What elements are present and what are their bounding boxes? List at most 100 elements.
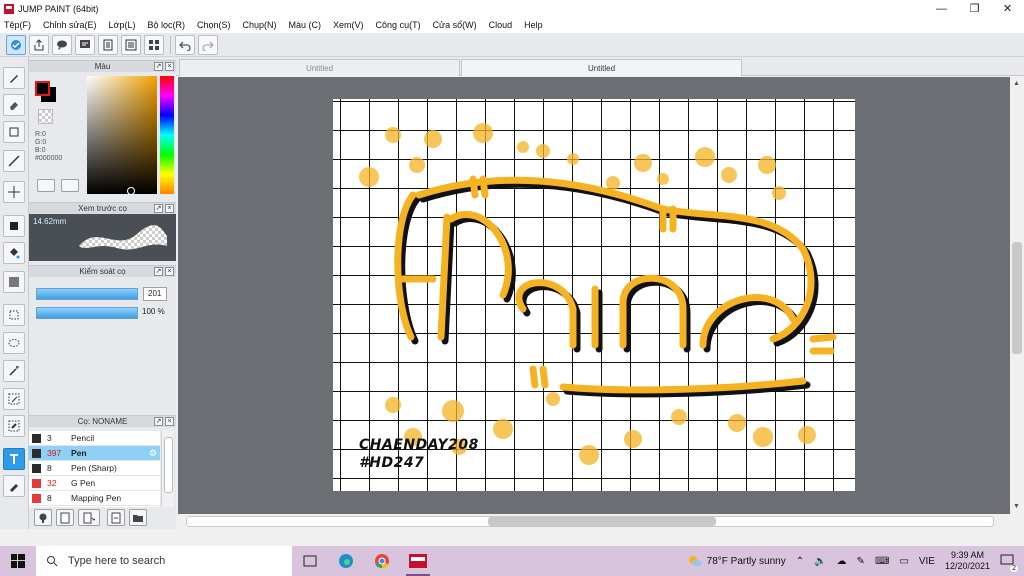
- panel-close-icon[interactable]: ×: [165, 204, 174, 213]
- hue-slider[interactable]: [160, 76, 174, 194]
- chat-icon[interactable]: [75, 34, 95, 55]
- task-view-icon[interactable]: [292, 546, 328, 576]
- display-icon[interactable]: ▭: [899, 556, 908, 567]
- panel-close-icon[interactable]: ×: [165, 62, 174, 71]
- panel-detach-icon[interactable]: ↗: [154, 417, 163, 426]
- brush-item-mapping-pen[interactable]: 8 Mapping Pen: [29, 491, 160, 506]
- menu-color[interactable]: Màu (C): [289, 20, 322, 30]
- panel-detach-icon[interactable]: ↗: [154, 204, 163, 213]
- rectangle-tool-icon[interactable]: [3, 121, 25, 143]
- new-brush-icon[interactable]: [56, 509, 74, 526]
- fill-rect-tool-icon[interactable]: [3, 215, 25, 237]
- brush-item-pen[interactable]: 397 Pen ⚙: [29, 446, 160, 461]
- search-placeholder: Type here to search: [68, 555, 166, 567]
- comment-icon[interactable]: [52, 34, 72, 55]
- edge-browser-icon[interactable]: [328, 546, 364, 576]
- menu-window[interactable]: Cửa sổ(W): [433, 20, 477, 30]
- brush-item-pen-sharp[interactable]: 8 Pen (Sharp): [29, 461, 160, 476]
- menu-layer[interactable]: Lớp(L): [109, 20, 136, 30]
- select-pen-icon[interactable]: [3, 388, 25, 410]
- transparent-color-swatch[interactable]: [38, 109, 53, 124]
- brush-list-scrollbar[interactable]: [161, 431, 174, 507]
- menu-file[interactable]: Tệp(F): [4, 20, 31, 30]
- saturation-value-picker[interactable]: [87, 76, 157, 194]
- close-button[interactable]: ✕: [991, 0, 1024, 17]
- brush-settings-icon[interactable]: [34, 509, 52, 526]
- color-set-icon[interactable]: [61, 179, 79, 192]
- brush-stroke-preview: [79, 225, 167, 250]
- document-icon[interactable]: [98, 34, 118, 55]
- menu-edit[interactable]: Chỉnh sửa(E): [43, 20, 97, 30]
- scrollbar-thumb[interactable]: [488, 517, 716, 526]
- menu-view[interactable]: Xem(V): [333, 20, 364, 30]
- weather-text[interactable]: 78°F Partly sunny: [707, 556, 786, 567]
- minimize-button[interactable]: —: [925, 0, 958, 17]
- tab-untitled-1[interactable]: Untitled: [179, 59, 460, 76]
- brush-item-g-pen[interactable]: 32 G Pen: [29, 476, 160, 491]
- text-tool-icon[interactable]: [3, 448, 25, 470]
- lasso-tool-icon[interactable]: [3, 332, 25, 354]
- menu-tools[interactable]: Công cụ(T): [376, 20, 421, 30]
- horizontal-scrollbar[interactable]: [178, 514, 1024, 529]
- scrollbar-thumb[interactable]: [164, 437, 173, 493]
- magic-wand-icon[interactable]: [3, 360, 25, 382]
- undo-icon[interactable]: [175, 34, 195, 55]
- vertical-scrollbar[interactable]: ▲ ▼: [1010, 77, 1024, 514]
- jump-paint-app-icon[interactable]: [400, 546, 436, 576]
- keyboard-icon[interactable]: ⌨: [875, 556, 889, 567]
- brush-size-slider[interactable]: [36, 288, 138, 300]
- gradient-tool-icon[interactable]: [3, 271, 25, 293]
- cloud-icon[interactable]: ☁: [837, 556, 847, 567]
- scroll-up-icon[interactable]: ▲: [1013, 80, 1020, 87]
- menu-help[interactable]: Help: [524, 20, 543, 30]
- panel-close-icon[interactable]: ×: [165, 417, 174, 426]
- windows-start-icon[interactable]: [0, 546, 36, 576]
- chevron-up-icon[interactable]: ⌃: [796, 556, 804, 567]
- check-icon[interactable]: [6, 34, 26, 55]
- scrollbar-thumb[interactable]: [1012, 242, 1022, 354]
- menu-capture[interactable]: Chụp(N): [243, 20, 277, 30]
- taskbar-search-input[interactable]: Type here to search: [36, 546, 292, 576]
- palette-icon[interactable]: [37, 179, 55, 192]
- select-eraser-icon[interactable]: [3, 415, 25, 437]
- scroll-down-icon[interactable]: ▼: [1013, 503, 1020, 510]
- select-rect-icon[interactable]: [3, 304, 25, 326]
- clock[interactable]: 9:39 AM 12/20/2021: [945, 550, 990, 572]
- maximize-button[interactable]: ❐: [958, 0, 991, 17]
- brush-size-value[interactable]: 201: [143, 287, 167, 301]
- gear-icon[interactable]: ⚙: [149, 448, 157, 459]
- brush-opacity-slider[interactable]: [36, 307, 138, 319]
- document-tabs: Untitled Untitled: [176, 57, 1024, 76]
- foreground-color-swatch[interactable]: [35, 81, 50, 96]
- brush-item-pencil[interactable]: 3 Pencil: [29, 431, 160, 446]
- menu-filter[interactable]: Bộ lọc(R): [147, 20, 185, 30]
- notification-icon[interactable]: 2: [1000, 554, 1018, 572]
- grid-layout-icon[interactable]: [144, 34, 164, 55]
- canvas-workspace[interactable]: CHAENDAY208 #HD247: [178, 77, 1010, 514]
- panel-detach-icon[interactable]: ↗: [154, 62, 163, 71]
- tab-untitled-2[interactable]: Untitled: [461, 59, 742, 76]
- brush-swatch: [32, 493, 41, 503]
- speaker-icon[interactable]: 🔈: [814, 556, 826, 567]
- line-tool-icon[interactable]: [3, 150, 25, 172]
- share-icon[interactable]: [29, 34, 49, 55]
- panel-detach-icon[interactable]: ↗: [154, 267, 163, 276]
- menu-cloud[interactable]: Cloud: [489, 20, 513, 30]
- brush-tool-icon[interactable]: [3, 67, 25, 89]
- brush-import-icon[interactable]: [107, 509, 125, 526]
- panel-close-icon[interactable]: ×: [165, 267, 174, 276]
- eraser-tool-icon[interactable]: [3, 94, 25, 116]
- ink-workspace-icon[interactable]: ✎: [857, 556, 865, 567]
- move-tool-icon[interactable]: [3, 181, 25, 203]
- language-indicator[interactable]: VIE: [919, 556, 935, 567]
- list-icon[interactable]: [121, 34, 141, 55]
- redo-icon[interactable]: [198, 34, 218, 55]
- color-picker-cursor[interactable]: [127, 187, 135, 195]
- bucket-tool-icon[interactable]: [3, 242, 25, 264]
- brush-menu-icon[interactable]: [78, 509, 100, 526]
- folder-icon[interactable]: [129, 509, 147, 526]
- chrome-browser-icon[interactable]: [364, 546, 400, 576]
- canvas-paper[interactable]: CHAENDAY208 #HD247: [333, 99, 855, 491]
- eyedropper-tool-icon[interactable]: [3, 475, 25, 497]
- menu-select[interactable]: Chọn(S): [197, 20, 231, 30]
